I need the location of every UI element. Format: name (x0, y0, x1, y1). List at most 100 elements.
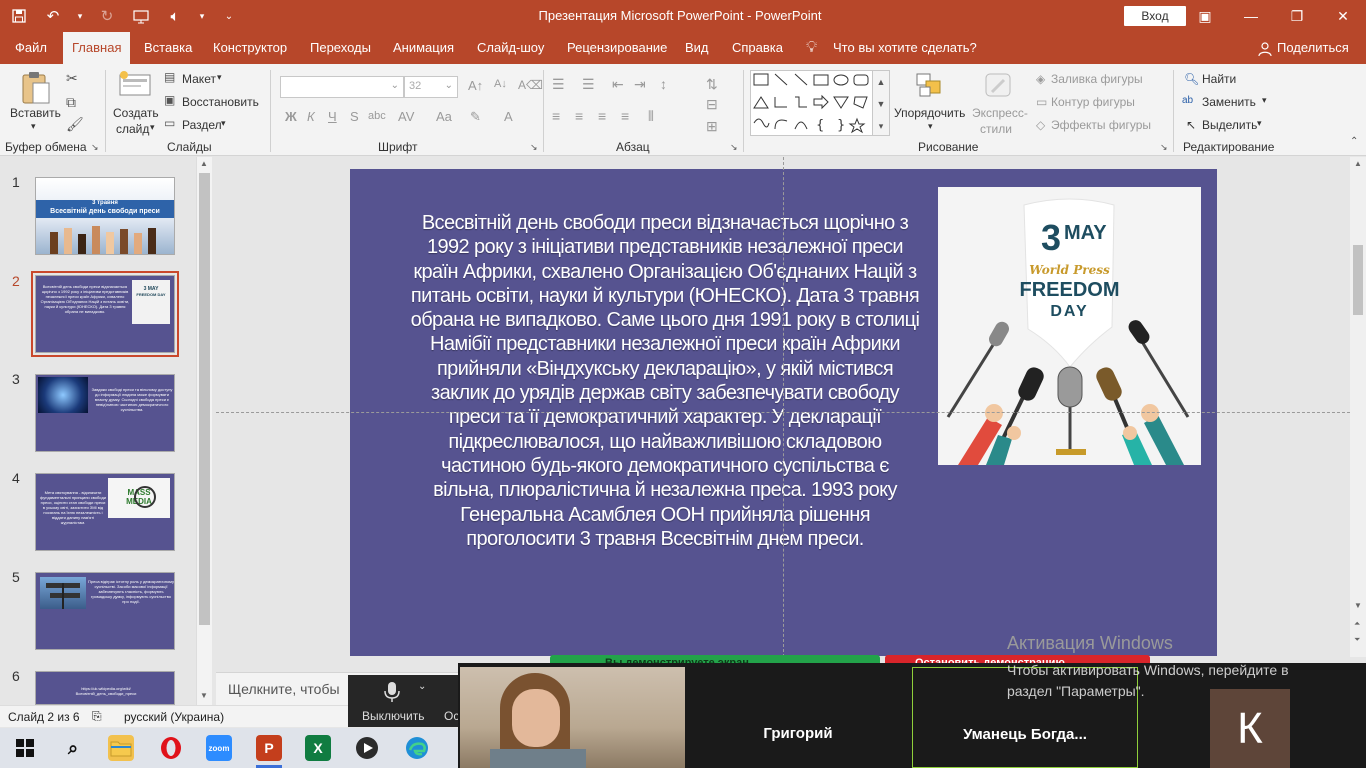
bullets-icon[interactable]: ☰ (552, 76, 565, 93)
new-slide-button[interactable]: Создать (113, 106, 159, 120)
paste-icon[interactable] (20, 70, 52, 109)
font-launcher-icon[interactable]: ↘ (530, 142, 538, 153)
customize-qat-icon[interactable]: ⌄ (218, 5, 240, 27)
search-icon[interactable]: ⌕ (60, 735, 86, 761)
media-player-icon[interactable] (354, 735, 380, 761)
speaker-dropdown-icon[interactable]: ▾ (198, 5, 206, 27)
tab-help[interactable]: Справка (732, 32, 783, 64)
text-shadow-button[interactable]: abc (368, 110, 386, 122)
section-icon[interactable]: ▭ (164, 116, 175, 130)
participant-tile[interactable]: Григорий (688, 667, 908, 768)
increase-indent-icon[interactable]: ⇥ (634, 76, 646, 93)
tab-design[interactable]: Конструктор (213, 32, 287, 64)
scroll-up-icon[interactable]: ▲ (200, 159, 208, 168)
powerpoint-taskbar-icon[interactable]: P (256, 735, 282, 761)
select-button[interactable]: Выделить (1202, 118, 1257, 132)
quick-styles-icon[interactable] (984, 72, 1014, 103)
tab-view[interactable]: Вид (685, 32, 709, 64)
align-center-icon[interactable]: ≡ (575, 108, 583, 124)
align-right-icon[interactable]: ≡ (598, 108, 606, 124)
shape-fill-button[interactable]: Заливка фигуры (1051, 72, 1143, 86)
section-button[interactable]: Раздел (182, 118, 222, 132)
arrange-icon[interactable] (915, 72, 945, 103)
shapes-gallery[interactable]: { } (750, 70, 890, 136)
minimize-button[interactable]: — (1228, 0, 1274, 32)
login-button[interactable]: Вход (1124, 6, 1186, 26)
slide-thumbnail-1[interactable]: 3 травня Всесвітній день свободи преси (35, 177, 175, 255)
scrollbar-thumb[interactable] (1353, 245, 1363, 315)
save-icon[interactable] (8, 5, 30, 27)
quick-styles-button[interactable]: Экспресс- (972, 106, 1028, 120)
arrange-dropdown-icon[interactable]: ▾ (928, 121, 933, 132)
close-button[interactable]: ✕ (1320, 0, 1366, 32)
reset-button[interactable]: Восстановить (182, 95, 259, 109)
language-status[interactable]: русский (Украина) (124, 710, 224, 724)
layout-icon[interactable]: ▤ (164, 70, 175, 84)
select-icon[interactable]: ↖ (1186, 118, 1196, 132)
new-slide-dropdown-icon[interactable]: ▾ (150, 122, 155, 133)
thumbnails-scrollbar[interactable]: ▲ ▼ (196, 157, 212, 705)
tab-animations[interactable]: Анимация (393, 32, 454, 64)
drawing-launcher-icon[interactable]: ↘ (1160, 142, 1168, 153)
cut-icon[interactable]: ✂ (66, 70, 78, 87)
ribbon-display-options-icon[interactable]: ▣ (1182, 0, 1228, 32)
slide-thumbnail-4[interactable]: Мета святкування - відзначити фундамента… (35, 473, 175, 551)
font-color-icon[interactable]: A (504, 109, 513, 124)
paste-button[interactable]: Вставить (10, 106, 61, 120)
smartart-icon[interactable]: ⊞ (706, 118, 718, 135)
paste-dropdown-icon[interactable]: ▾ (31, 121, 36, 132)
slideshow-start-icon[interactable] (130, 5, 152, 27)
scroll-down-icon[interactable]: ▼ (1354, 601, 1362, 610)
slide-body-text[interactable]: Всесвітній день свободи преси відзначаєт… (410, 211, 920, 551)
tab-slideshow[interactable]: Слайд-шоу (477, 32, 544, 64)
shape-fill-icon[interactable]: ◈ (1036, 72, 1045, 86)
slide-thumbnail-2[interactable]: Всесвітній день свободи преси відзначаєт… (31, 271, 179, 357)
excel-taskbar-icon[interactable]: X (305, 735, 331, 761)
text-direction-icon[interactable]: ⇅ (706, 76, 718, 93)
columns-icon[interactable]: ⫴ (648, 108, 654, 125)
shape-effects-button[interactable]: Эффекты фигуры (1051, 118, 1151, 132)
replace-icon[interactable]: ab (1182, 95, 1193, 106)
section-dropdown-icon[interactable]: ▾ (221, 118, 226, 129)
next-slide-icon[interactable]: ⏷ (1354, 635, 1360, 645)
tab-insert[interactable]: Вставка (144, 32, 192, 64)
change-case-icon[interactable]: Aa (436, 109, 452, 124)
new-slide-icon[interactable] (118, 70, 152, 101)
bold-button[interactable]: Ж (285, 109, 297, 124)
replace-dropdown-icon[interactable]: ▾ (1262, 95, 1267, 106)
font-family-select[interactable]: ⌄ (280, 76, 404, 98)
notes-placeholder[interactable]: Щелкните, чтобы (228, 681, 340, 697)
previous-slide-icon[interactable]: ⏶ (1354, 619, 1360, 629)
slide-thumbnail-3[interactable]: Завдяки свободі преси та вільному доступ… (35, 374, 175, 452)
align-text-icon[interactable]: ⊟ (706, 96, 718, 113)
align-left-icon[interactable]: ≡ (552, 108, 560, 124)
undo-icon[interactable]: ↶ (42, 5, 64, 27)
tab-file[interactable]: Файл (15, 32, 47, 64)
opera-icon[interactable] (158, 735, 184, 761)
font-size-select[interactable]: 32 ⌄ (404, 76, 458, 98)
paragraph-launcher-icon[interactable]: ↘ (730, 142, 738, 153)
increase-font-icon[interactable]: A↑ (468, 78, 483, 93)
layout-dropdown-icon[interactable]: ▾ (217, 72, 222, 83)
replace-button[interactable]: Заменить (1202, 95, 1256, 109)
decrease-font-icon[interactable]: A↓ (494, 78, 507, 90)
participant-video-self[interactable] (460, 667, 685, 768)
share-button[interactable]: Поделиться (1277, 32, 1349, 64)
strikethrough-button[interactable]: S (350, 109, 359, 124)
slide-scrollbar[interactable]: ▲ ▼ ⏶ ⏷ (1350, 157, 1366, 657)
character-spacing-icon[interactable]: AV (398, 109, 414, 124)
tab-review[interactable]: Рецензирование (567, 32, 667, 64)
quick-styles-label-2[interactable]: стили (980, 122, 1012, 136)
highlight-icon[interactable]: ✎ (470, 109, 481, 125)
press-freedom-day-image[interactable]: 3 MAY World Press FREEDOM DAY (938, 187, 1201, 465)
accessibility-icon[interactable]: ⎘ (92, 709, 102, 724)
shape-effects-icon[interactable]: ◇ (1036, 118, 1045, 132)
vertical-guide[interactable] (783, 157, 784, 657)
shape-outline-button[interactable]: Контур фигуры (1051, 95, 1135, 109)
find-icon[interactable]: 🔍︎ (1184, 72, 1199, 86)
line-spacing-icon[interactable]: ↕ (660, 76, 667, 92)
scroll-down-icon[interactable]: ▼ (200, 691, 208, 700)
select-dropdown-icon[interactable]: ▾ (1257, 118, 1262, 129)
numbering-icon[interactable]: ☰ (582, 76, 595, 93)
redo-icon[interactable]: ↻ (96, 5, 118, 27)
